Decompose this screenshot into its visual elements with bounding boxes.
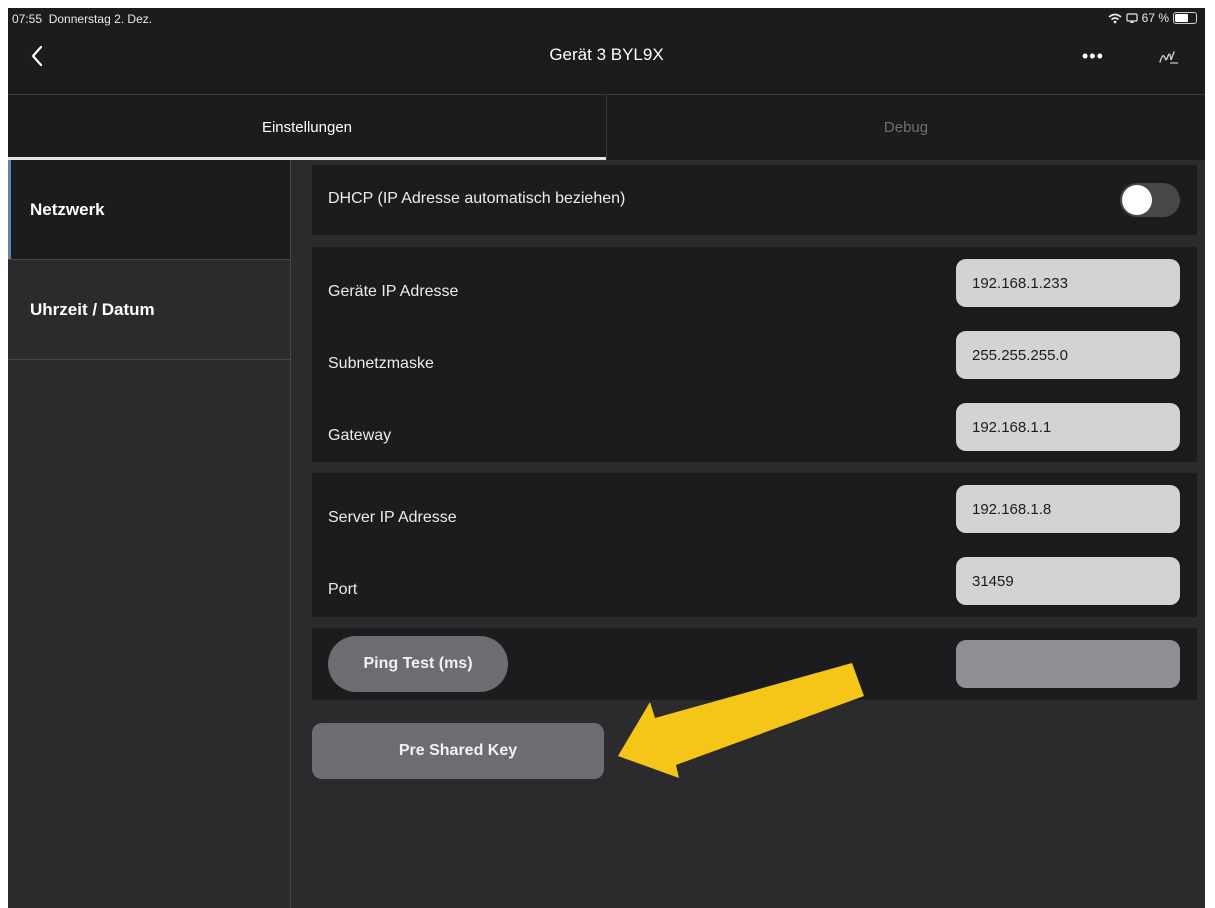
server-ip-field[interactable]: 192.168.1.8 (956, 485, 1180, 533)
sidebar-item-label: Netzwerk (30, 199, 105, 219)
battery-percent: 67 % (1141, 11, 1169, 25)
dhcp-card: DHCP (IP Adresse automatisch beziehen) (312, 165, 1197, 235)
sidebar-item-label: Uhrzeit / Datum (30, 299, 155, 319)
annotation-arrow (618, 663, 864, 778)
subnet-label: Subnetzmaske (328, 355, 434, 372)
battery-icon (1173, 12, 1197, 24)
gateway-label: Gateway (328, 427, 392, 444)
device-ip-label: Geräte IP Adresse (328, 283, 459, 300)
tab-debug[interactable]: Debug (606, 95, 1205, 160)
device-ip-field[interactable]: 192.168.1.233 (956, 259, 1180, 307)
navigation-bar: Gerät 3 BYL9X ••• (8, 30, 1205, 95)
status-left: 07:55 Donnerstag 2. Dez. (12, 12, 152, 26)
tab-label: Debug (883, 119, 929, 136)
pre-shared-key-button[interactable]: Pre Shared Key (312, 723, 604, 779)
subnet-field[interactable]: 255.255.255.0 (956, 331, 1180, 379)
status-bar: 07:55 Donnerstag 2. Dez. 67 % (8, 8, 1205, 30)
dhcp-label: DHCP (IP Adresse automatisch beziehen) (328, 190, 626, 207)
port-field[interactable]: 31459 (956, 557, 1180, 605)
wifi-icon (1108, 13, 1122, 23)
device-network-card: Geräte IP Adresse 192.168.1.233 Subnetzm… (312, 247, 1197, 462)
server-ip-label: Server IP Adresse (328, 509, 457, 526)
signature-icon[interactable] (1158, 48, 1180, 66)
page-title: Gerät 3 BYL9X (549, 45, 664, 64)
ping-result-field (956, 640, 1180, 688)
server-card: Server IP Adresse 192.168.1.8 Port 31459 (312, 473, 1197, 617)
tab-einstellungen[interactable]: Einstellungen (8, 95, 606, 160)
tab-label: Einstellungen (261, 119, 353, 136)
ping-test-button[interactable]: Ping Test (ms) (328, 636, 508, 692)
toggle-knob (1122, 185, 1152, 215)
screen-mirroring-icon (1126, 12, 1138, 23)
dhcp-toggle[interactable] (1120, 183, 1180, 217)
status-date: Donnerstag 2. Dez. (48, 12, 153, 26)
more-options-icon[interactable]: ••• (1082, 46, 1104, 67)
segmented-tabs: Einstellungen Debug (8, 95, 1205, 160)
status-right: 67 % (1108, 11, 1197, 25)
status-time: 07:55 (12, 12, 43, 26)
ipad-screen: 07:55 Donnerstag 2. Dez. 67 % Gerät 3 BY… (8, 8, 1205, 908)
selection-indicator (8, 160, 11, 259)
gateway-field[interactable]: 192.168.1.1 (956, 403, 1180, 451)
settings-sidebar: Netzwerk Uhrzeit / Datum (8, 160, 291, 908)
sidebar-item-netzwerk[interactable]: Netzwerk (8, 160, 290, 260)
sidebar-item-uhrzeit-datum[interactable]: Uhrzeit / Datum (8, 260, 290, 360)
port-label: Port (328, 581, 358, 598)
